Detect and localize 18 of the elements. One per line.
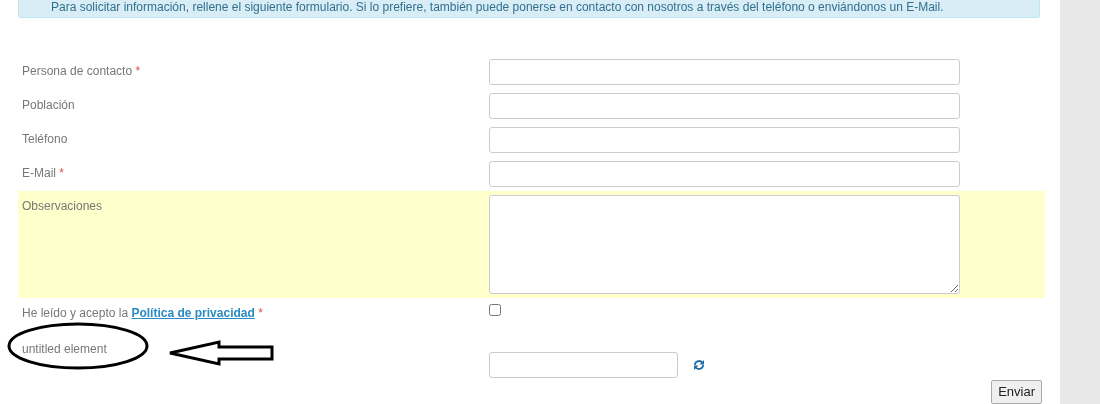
privacy-checkbox[interactable] [489,304,501,316]
privacy-label: He leído y acepto la Política de privacidad * [22,306,263,320]
field-label: E-Mail * [22,166,65,180]
captcha-field[interactable] [489,352,678,378]
field-label: Teléfono [22,132,68,146]
text-field[interactable] [489,161,960,187]
field-label: untitled element [22,342,107,356]
observations-field[interactable] [489,195,960,294]
text-field[interactable] [489,59,960,85]
text-field[interactable] [489,127,960,153]
alert-text: Para solicitar información, rellene el siguiente formulario. Si lo prefiere, también puede ponerse en contacto con nosotros a través del teléfono o enviándonos un E-Mail. [51,0,944,14]
field-label: Población [22,98,75,112]
field-label: Persona de contacto * [22,64,141,78]
submit-button[interactable]: Enviar [991,380,1042,404]
privacy-link[interactable]: Política de privacidad [131,306,255,320]
field-label: Observaciones [22,199,103,213]
text-field[interactable] [489,93,960,119]
refresh-icon[interactable] [692,358,706,372]
